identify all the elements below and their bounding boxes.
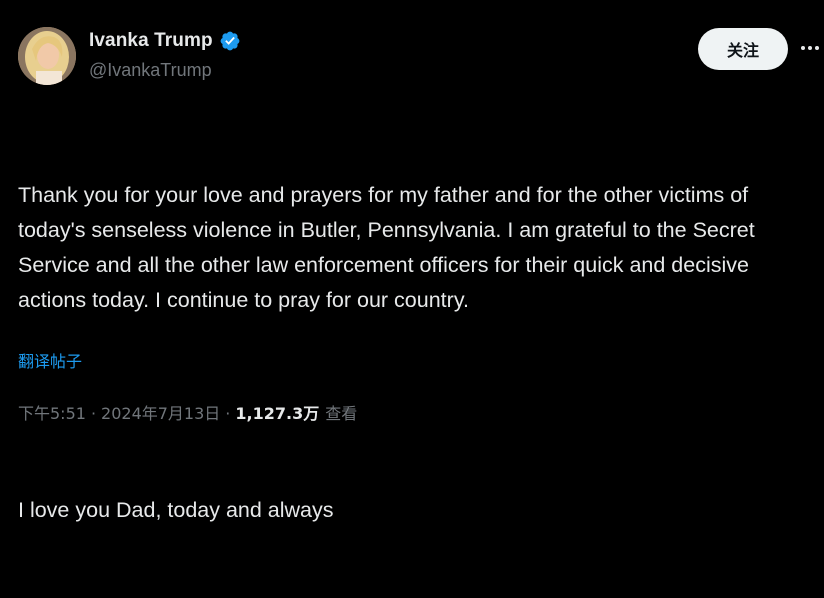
profile-photo-icon <box>18 27 76 85</box>
avatar[interactable] <box>18 27 76 85</box>
post-date[interactable]: 2024年7月13日 <box>101 400 220 424</box>
tweet-text: Thank you for your love and prayers for … <box>18 108 818 598</box>
views-count: 1,127.3万 <box>235 404 320 423</box>
tweet-paragraph: I love you Dad, today and always <box>18 498 334 522</box>
follow-button[interactable]: 关注 <box>698 28 788 70</box>
tweet-paragraph: Thank you for your love and prayers for … <box>18 183 761 312</box>
tweet-metadata: 下午5:51 · 2024年7月13日 · 1,127.3万 查看 <box>18 400 357 424</box>
views-label: 查看 <box>325 404 358 423</box>
author-display-name[interactable]: Ivanka Trump <box>89 30 213 52</box>
more-horizontal-icon[interactable] <box>801 38 824 58</box>
translate-post-link[interactable]: 翻译帖子 <box>18 348 82 372</box>
meta-separator: · <box>225 404 231 423</box>
meta-separator: · <box>90 404 97 423</box>
author-handle[interactable]: @IvankaTrump <box>89 60 212 81</box>
verified-badge-icon <box>220 31 240 51</box>
author-name-row: Ivanka Trump <box>89 30 241 52</box>
post-time[interactable]: 下午5:51 <box>18 400 86 424</box>
tweet-card: Ivanka Trump @IvankaTrump 关注 Thank you f… <box>0 0 824 522</box>
